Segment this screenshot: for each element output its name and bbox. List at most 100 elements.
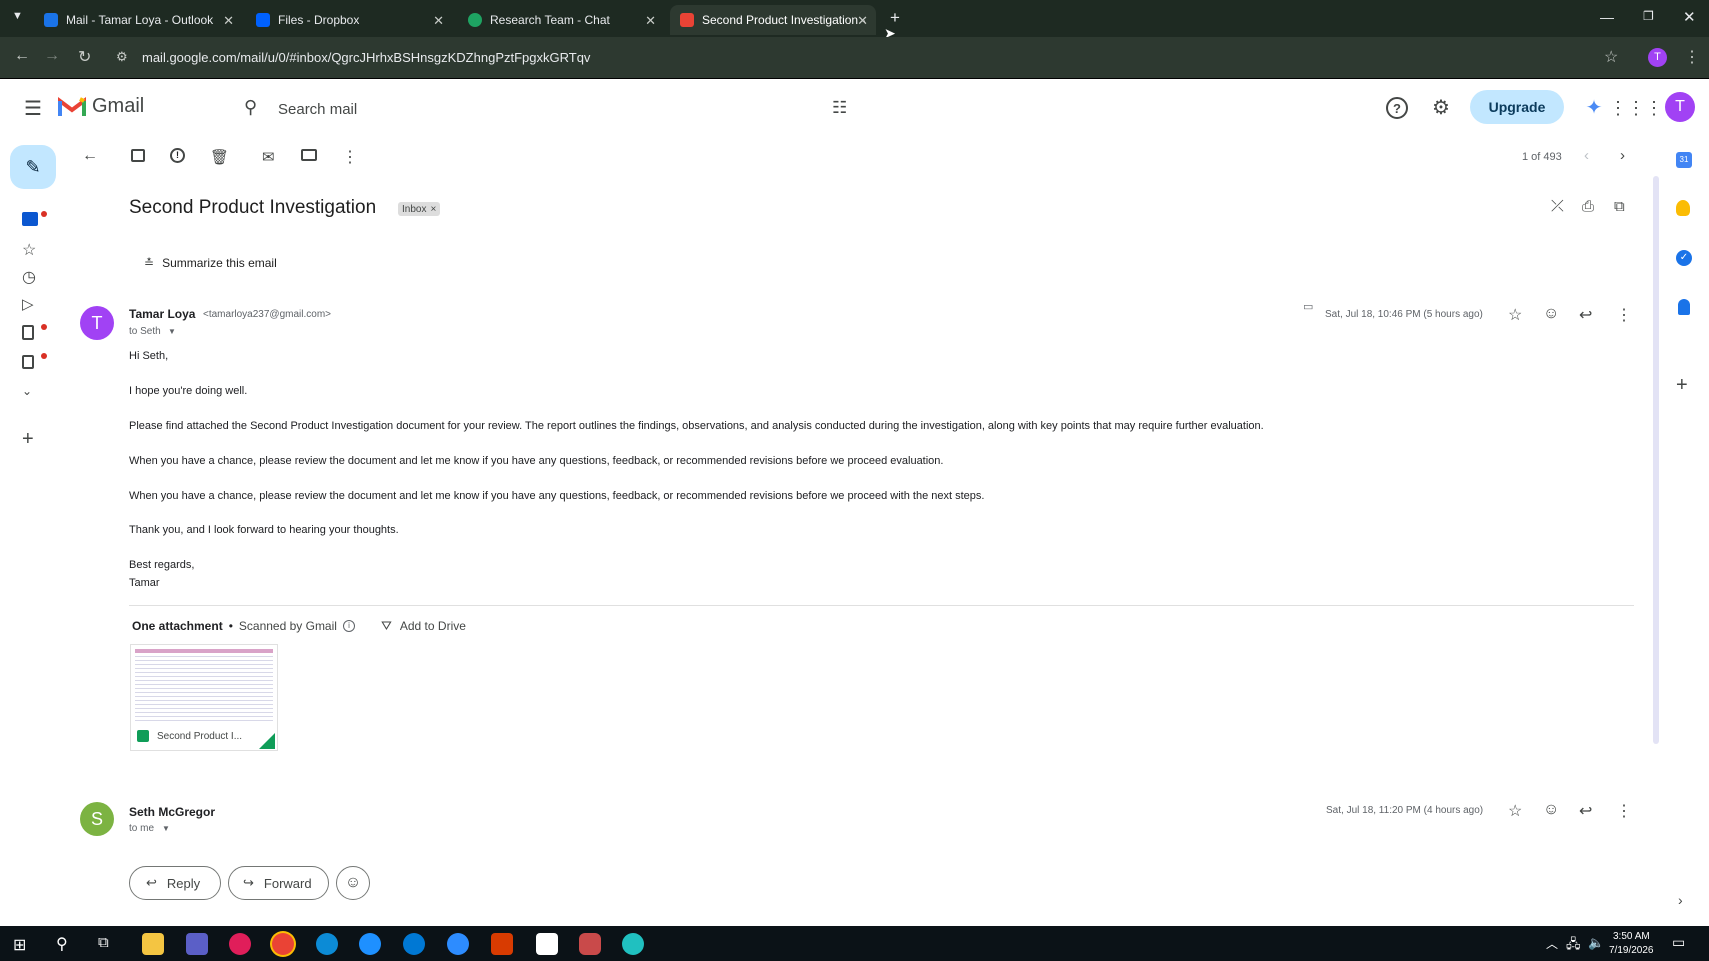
star-icon[interactable]: ☆ [1508,801,1522,821]
network-app-icon[interactable] [622,933,644,955]
restore-icon[interactable]: ❐ [1643,9,1654,23]
settings-gear-icon[interactable]: ⚙ [1428,94,1454,120]
search-options-icon[interactable]: ☷ [832,98,847,118]
teams-icon[interactable] [186,933,208,955]
snoozed-clock-icon[interactable]: ◷ [22,267,36,287]
office-app-icon[interactable] [491,933,513,955]
site-settings-icon[interactable]: ⚙ [116,49,128,65]
message-more-icon[interactable]: ⋮ [1616,305,1632,325]
back-to-inbox-icon[interactable]: ← [82,147,98,165]
tab-outlook[interactable]: Mail - Tamar Loya - Outlook ✕ [34,5,242,35]
forward-button[interactable]: ↪ Forward [228,866,329,900]
get-addons-plus-icon[interactable]: + [1676,374,1688,397]
cloud-app-icon[interactable] [579,933,601,955]
browser-menu-icon[interactable]: ⋮ [1684,47,1700,67]
more-actions-icon[interactable]: ⋮ [342,147,358,167]
sender-name[interactable]: Tamar Loya [129,307,195,321]
notifications-icon[interactable]: ▭ [1672,934,1685,951]
cortana-icon[interactable] [403,933,425,955]
recipient-line[interactable]: to me [129,823,154,834]
document-icon[interactable] [536,933,558,955]
drafts-icon[interactable] [22,325,34,340]
move-to-folder-icon[interactable] [301,149,317,161]
reply-icon[interactable]: ↩ [1579,305,1592,325]
recipient-details-chevron-icon[interactable]: ▼ [168,327,176,336]
upgrade-button[interactable]: Upgrade [1470,90,1564,124]
edge-icon[interactable] [316,933,338,955]
inbox-label-chip[interactable]: Inbox × [398,202,441,216]
add-reaction-icon[interactable]: ☺ [1543,305,1559,323]
scrollbar-track[interactable] [1653,176,1659,744]
recipient-line[interactable]: to Seth [129,326,161,337]
hide-side-panel-icon[interactable]: › [1678,892,1683,908]
tasks-icon[interactable]: ✓ [1676,250,1692,266]
reply-button[interactable]: ↩ Reply [129,866,221,900]
tab-gmail-active[interactable]: Second Product Investigation - ✕ [670,5,876,35]
main-menu-icon[interactable]: ☰ [18,94,48,122]
compose-button[interactable]: ✎ [10,145,56,189]
create-label-plus-icon[interactable]: + [22,428,34,451]
archive-icon[interactable] [131,149,145,162]
close-tab-icon[interactable]: ✕ [433,13,444,29]
add-to-drive-icon[interactable]: ⛛ [381,618,392,634]
gmail-logo[interactable]: Gmail [58,95,144,118]
gemini-sparkle-icon[interactable]: ✦ [1582,95,1606,119]
file-explorer-icon[interactable] [142,933,164,955]
recipient-details-chevron-icon[interactable]: ▼ [162,824,170,833]
reply-icon[interactable]: ↩ [1579,801,1592,821]
task-view-icon[interactable]: ⧉ [98,934,109,951]
minimize-icon[interactable]: — [1600,9,1614,25]
sender-avatar[interactable]: S [80,802,114,836]
open-in-new-window-icon[interactable]: ⧉ [1614,198,1625,215]
bookmark-star-icon[interactable]: ☆ [1604,47,1618,67]
message-more-icon[interactable]: ⋮ [1616,801,1632,821]
close-tab-icon[interactable]: ✕ [645,13,656,29]
show-hidden-icons-icon[interactable]: ︿ [1546,935,1558,952]
starred-icon[interactable]: ☆ [22,240,36,260]
add-reaction-icon[interactable]: ☺ [1543,801,1559,819]
chrome-icon[interactable] [272,933,294,955]
star-icon[interactable]: ☆ [1508,305,1522,325]
tab-dropbox[interactable]: Files - Dropbox ✕ [246,5,452,35]
clock-time[interactable]: 3:50 AM [1613,931,1650,942]
account-avatar[interactable]: T [1665,92,1695,122]
close-tab-icon[interactable]: ✕ [857,13,868,29]
network-status-icon[interactable]: 🖧 [1566,935,1581,957]
inbox-icon[interactable] [22,212,38,226]
print-icon[interactable]: ⎙ [1582,198,1594,215]
tab-search-chevron-icon[interactable]: ▼ [12,10,23,22]
tab-chat[interactable]: Research Team - Chat ✕ [458,5,664,35]
calendar-icon[interactable]: 31 [1676,152,1692,168]
report-spam-icon[interactable]: ! [170,148,185,163]
emoji-reaction-button[interactable]: ☺ [336,866,370,900]
attachment-card[interactable]: Second Product I... [130,644,278,751]
taskbar-search-icon[interactable]: ⚲ [56,934,68,954]
sender-avatar[interactable]: T [80,306,114,340]
volume-icon[interactable]: 🔈 [1588,935,1604,951]
google-apps-icon[interactable]: ⋮⋮⋮ [1609,96,1663,120]
internet-explorer-icon[interactable] [359,933,381,955]
more-chevron-down-icon[interactable]: ⌄ [22,384,32,398]
mark-unread-icon[interactable]: ✉ [262,148,275,166]
contacts-icon[interactable] [1678,299,1690,315]
sender-name[interactable]: Seth McGregor [129,805,215,819]
summarize-button[interactable]: ≛ Summarize this email [144,256,277,270]
windows-start-icon[interactable]: ⊞ [13,935,26,955]
older-chevron-right-icon[interactable]: › [1620,147,1625,164]
search-icon[interactable]: ⚲ [244,97,257,118]
search-input[interactable]: Search mail [278,101,357,118]
download-corner-icon[interactable] [259,733,275,749]
clock-date[interactable]: 7/19/2026 [1609,945,1654,956]
reload-icon[interactable]: ↻ [78,47,91,67]
slack-icon[interactable] [229,933,251,955]
zoom-icon[interactable] [447,933,469,955]
delete-trash-icon[interactable]: 🗑 [210,148,229,166]
collapse-all-icon[interactable]: ⤫ [1551,198,1564,216]
close-window-icon[interactable]: ✕ [1683,8,1696,26]
purchases-bag-icon[interactable] [22,355,34,369]
remove-label-icon[interactable]: × [430,204,436,215]
address-bar[interactable]: mail.google.com/mail/u/0/#inbox/QgrcJHrh… [142,50,590,65]
browser-profile-avatar[interactable]: T [1648,48,1667,67]
forward-icon[interactable]: → [44,47,60,65]
newer-chevron-left-icon[interactable]: ‹ [1584,147,1589,164]
